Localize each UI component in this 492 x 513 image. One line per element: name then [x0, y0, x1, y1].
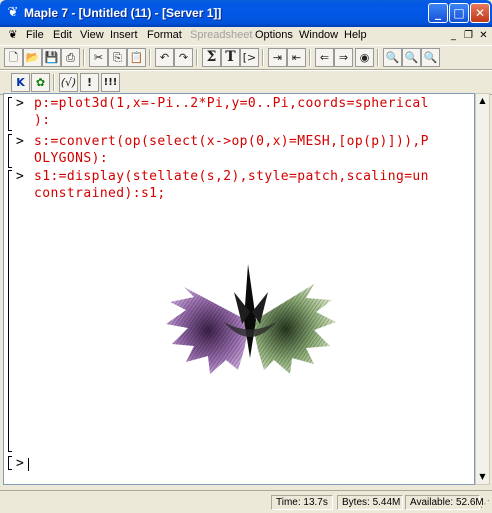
mdi-restore-button[interactable]: ❐: [462, 29, 475, 42]
close-button[interactable]: ✕: [470, 3, 490, 23]
menu-view[interactable]: View: [80, 29, 104, 41]
redo-icon[interactable]: ↷: [174, 48, 193, 67]
input-line[interactable]: OLYGONS):: [34, 151, 108, 166]
menu-file[interactable]: File: [26, 29, 44, 41]
prompt: >: [16, 456, 24, 471]
copy-icon[interactable]: ⎘: [108, 48, 127, 67]
zoom-out-icon[interactable]: 🔍: [421, 48, 440, 67]
mdi-minimize-button[interactable]: _: [447, 29, 460, 42]
forward-arrow-icon[interactable]: ⇒: [334, 48, 353, 67]
k-button[interactable]: K: [11, 73, 30, 92]
status-time: Time: 13.7s: [271, 495, 333, 510]
toolbar-separator: [377, 49, 379, 66]
input-line[interactable]: constrained):s1;: [34, 186, 166, 201]
prompt: >: [16, 96, 24, 111]
execute-button[interactable]: !: [80, 73, 99, 92]
stop-icon[interactable]: ◉: [355, 48, 374, 67]
text-cursor: [28, 458, 29, 471]
menu-bar: ❦ File Edit View Insert Format Spreadshe…: [0, 27, 492, 45]
toolbar-separator: [196, 49, 198, 66]
group-bracket[interactable]: [8, 134, 12, 168]
scroll-down-arrow-icon[interactable]: ▼: [476, 470, 489, 484]
zoom-mid-icon[interactable]: 🔍: [402, 48, 421, 67]
mdi-close-button[interactable]: ✕: [477, 29, 490, 42]
prompt: >: [16, 169, 24, 184]
vertical-scrollbar[interactable]: ▲ ▼: [475, 93, 490, 485]
zoom-in-icon[interactable]: 🔍: [383, 48, 402, 67]
resize-grip-icon[interactable]: ⋰: [480, 499, 490, 510]
group-bracket[interactable]: [8, 456, 12, 470]
bug-icon[interactable]: ✿: [31, 73, 50, 92]
print-icon[interactable]: ⎙: [61, 48, 80, 67]
toolbar-separator: [83, 49, 85, 66]
menu-help[interactable]: Help: [344, 29, 367, 41]
menu-window[interactable]: Window: [299, 29, 338, 41]
open-icon[interactable]: 📂: [23, 48, 42, 67]
group-bracket[interactable]: [8, 170, 12, 452]
input-line[interactable]: ):: [34, 113, 50, 128]
menu-insert[interactable]: Insert: [110, 29, 138, 41]
outdent-icon[interactable]: ⇤: [287, 48, 306, 67]
execute-all-button[interactable]: !!!: [101, 73, 120, 92]
toolbar-separator: [53, 74, 55, 91]
document-icon[interactable]: ❦: [6, 28, 20, 42]
context-toolbar: K ✿ (√) ! !!!: [0, 70, 492, 95]
maximize-button[interactable]: □: [449, 3, 469, 23]
insert-prompt-icon[interactable]: [>: [240, 48, 259, 67]
paste-icon[interactable]: 📋: [127, 48, 146, 67]
group-bracket[interactable]: [8, 97, 12, 131]
title-bar[interactable]: ❦ Maple 7 - [Untitled (11) - [Server 1]]…: [0, 0, 492, 27]
menu-format[interactable]: Format: [147, 29, 182, 41]
text-icon[interactable]: T: [221, 48, 240, 67]
new-icon[interactable]: 🗋: [4, 48, 23, 67]
status-bar: Time: 13.7s Bytes: 5.44M Available: 52.6…: [0, 490, 492, 513]
cut-icon[interactable]: ✂: [89, 48, 108, 67]
menu-spreadsheet[interactable]: Spreadsheet: [190, 29, 252, 41]
window-title: Maple 7 - [Untitled (11) - [Server 1]]: [24, 6, 222, 20]
menu-options[interactable]: Options: [255, 29, 293, 41]
maple-leaf-icon: ❦: [7, 5, 19, 20]
input-line[interactable]: s1:=display(stellate(s,2),style=patch,sc…: [34, 169, 429, 184]
sqrt-button[interactable]: (√): [59, 73, 78, 92]
sigma-icon[interactable]: Σ: [202, 48, 221, 67]
status-bytes: Bytes: 5.44M: [337, 495, 403, 510]
status-available: Available: 52.6M: [405, 495, 484, 510]
indent-icon[interactable]: ⇥: [268, 48, 287, 67]
undo-icon[interactable]: ↶: [155, 48, 174, 67]
back-arrow-icon[interactable]: ⇐: [315, 48, 334, 67]
plot3d-output[interactable]: [164, 262, 338, 382]
input-line[interactable]: s:=convert(op(select(x->op(0,x)=MESH,[op…: [34, 134, 429, 149]
toolbar-separator: [309, 49, 311, 66]
scroll-up-arrow-icon[interactable]: ▲: [476, 94, 489, 108]
menu-edit[interactable]: Edit: [53, 29, 72, 41]
toolbar-separator: [149, 49, 151, 66]
save-icon[interactable]: 💾: [42, 48, 61, 67]
prompt: >: [16, 134, 24, 149]
toolbar-separator: [262, 49, 264, 66]
input-line[interactable]: p:=plot3d(1,x=-Pi..2*Pi,y=0..Pi,coords=s…: [34, 96, 429, 111]
main-toolbar: 🗋 📂 💾 ⎙ ✂ ⎘ 📋 ↶ ↷ Σ T [> ⇥ ⇤ ⇐ ⇒ ◉ 🔍 🔍 🔍: [0, 45, 492, 70]
minimize-button[interactable]: _: [428, 3, 448, 23]
worksheet[interactable]: > p:=plot3d(1,x=-Pi..2*Pi,y=0..Pi,coords…: [3, 93, 475, 485]
